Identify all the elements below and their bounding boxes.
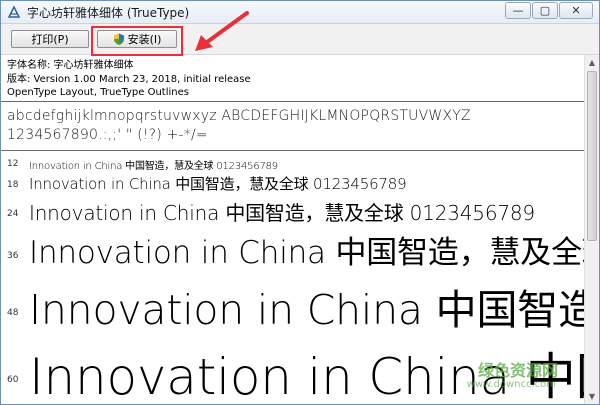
vertical-scrollbar[interactable]: ▲ ▼	[584, 55, 599, 404]
sample-text: Innovation in China 中国智造，	[29, 286, 584, 334]
character-set: abcdefghijklmnopqrstuvwxyz ABCDEFGHIJKLM…	[7, 107, 471, 145]
divider	[1, 150, 584, 151]
window-title: 字心坊轩雅体细体 (TrueType)	[27, 5, 190, 20]
font-preview-area[interactable]: 字体名称: 字心坊轩雅体细体 版本: Version 1.00 March 23…	[1, 55, 584, 405]
sample-row-18: 18 Innovation in China 中国智造，慧及全球 0123456…	[1, 172, 584, 196]
sample-text: Innovation in China 中国智	[29, 348, 584, 405]
font-version: 版本: Version 1.00 March 23, 2018, initial…	[7, 73, 251, 85]
sample-text: Innovation in China 中国智造，慧及全球 0123456789	[29, 201, 535, 225]
print-button-label: 打印(P)	[31, 33, 69, 46]
scroll-thumb[interactable]	[587, 71, 597, 241]
window-controls: — ▢ ✕	[505, 2, 593, 19]
close-button[interactable]: ✕	[559, 2, 593, 19]
sample-row-48: 48 Innovation in China 中国智造，	[1, 276, 584, 342]
sample-text: Innovation in China 中国智造，慧及全球 0123456789	[29, 175, 407, 193]
charset-digits: 1234567890.:,;' " (!?) +-*/=	[7, 127, 208, 143]
close-icon: ✕	[571, 4, 581, 17]
maximize-icon: ▢	[539, 4, 551, 17]
size-label: 36	[7, 251, 19, 261]
size-label: 12	[7, 159, 19, 169]
toolbar: 打印(P) 安装(I)	[1, 24, 599, 55]
size-label: 60	[7, 375, 19, 385]
install-button-label: 安装(I)	[127, 33, 162, 46]
sample-row-60: 60 Innovation in China 中国智	[1, 339, 584, 405]
sample-text: Innovation in China 中国智造，慧及全球	[29, 235, 584, 271]
font-info: 字体名称: 字心坊轩雅体细体 版本: Version 1.00 March 23…	[7, 59, 251, 100]
minimize-button[interactable]: —	[505, 2, 531, 19]
maximize-button[interactable]: ▢	[532, 2, 558, 19]
charset-letters: abcdefghijklmnopqrstuvwxyz ABCDEFGHIJKLM…	[7, 108, 471, 124]
font-app-icon	[7, 5, 21, 19]
size-label: 24	[7, 209, 19, 219]
sample-row-24: 24 Innovation in China 中国智造，慧及全球 0123456…	[1, 196, 584, 226]
title-bar[interactable]: 字心坊轩雅体细体 (TrueType) — ▢ ✕	[1, 1, 599, 24]
font-name: 字体名称: 字心坊轩雅体细体	[7, 60, 134, 71]
install-button[interactable]: 安装(I)	[97, 30, 177, 48]
size-label: 48	[7, 308, 19, 318]
sample-text: Innovation in China 中国智造，慧及全球 0123456789	[29, 161, 278, 172]
scroll-down-icon[interactable]: ▼	[587, 392, 597, 402]
font-viewer-window: 字心坊轩雅体细体 (TrueType) — ▢ ✕ 打印(P) 安装(I) 字体…	[0, 0, 600, 405]
sample-row-36: 36 Innovation in China 中国智造，慧及全球	[1, 227, 584, 275]
scroll-up-icon[interactable]: ▲	[587, 58, 597, 68]
font-outlines: OpenType Layout, TrueType Outlines	[7, 87, 189, 98]
minimize-icon: —	[512, 4, 524, 17]
divider	[1, 101, 584, 102]
size-label: 18	[7, 180, 19, 190]
print-button[interactable]: 打印(P)	[11, 30, 89, 48]
sample-row-12: 12 Innovation in China 中国智造，慧及全球 0123456…	[1, 156, 584, 172]
uac-shield-icon	[113, 33, 125, 45]
